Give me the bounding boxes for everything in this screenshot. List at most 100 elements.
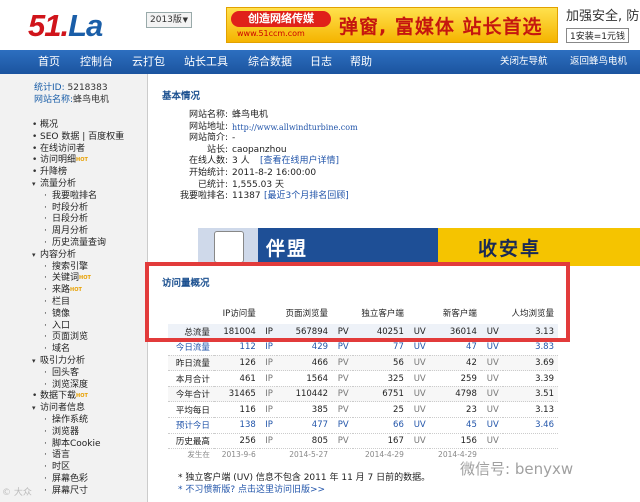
table-row: 平均每日 116 IP 385 PV 25 UV 23 UV 3.13 xyxy=(168,401,558,419)
info-value: 1,555.03 天 xyxy=(232,179,284,190)
cell-ip: 138 xyxy=(213,417,260,434)
sidebar-item-label: 屏幕尺寸 xyxy=(52,485,89,496)
sidebar-item[interactable]: 时区 xyxy=(40,462,148,474)
row-label: 今年合计 xyxy=(168,386,214,403)
sidebar-item[interactable]: 来路HOT xyxy=(40,285,148,297)
sidebar-item[interactable]: 访问明细HOT xyxy=(32,155,148,167)
nav-help[interactable]: 帮助 xyxy=(350,50,372,74)
nav-home[interactable]: 首页 xyxy=(38,50,60,74)
cell-nv: 23 xyxy=(429,401,481,419)
cell-unit: UV xyxy=(407,433,430,450)
sidebar-item[interactable]: 内容分析 xyxy=(32,250,148,262)
cell-unit: UV xyxy=(480,433,503,450)
cell-unit: PV xyxy=(332,433,353,450)
sidebar-item[interactable]: 升降榜 xyxy=(32,167,148,179)
stat-id-value: 5218383 xyxy=(67,83,108,93)
sidebar-item[interactable]: 脚本Cookie xyxy=(40,439,148,451)
site-logo[interactable]: 51.La xyxy=(28,8,103,44)
ad-banner-right-line1: 加强安全, 防 xyxy=(566,9,640,24)
cell-pv: 466 xyxy=(276,355,333,372)
info-value: caopanzhou xyxy=(232,144,287,155)
sidebar-item[interactable]: 关键词HOT xyxy=(40,273,148,285)
sidebar-item[interactable]: 浏览深度 xyxy=(40,380,148,392)
cell-nv: 156 xyxy=(429,433,481,450)
info-value: 2011-8-2 16:00:00 xyxy=(232,167,317,178)
basic-info-title: 基本情况 xyxy=(162,91,201,102)
version-label: 2013版 xyxy=(150,15,182,25)
cell-unit: IP xyxy=(259,370,277,387)
sidebar-item[interactable]: 语言 xyxy=(40,450,148,462)
main-nav: 首页 控制台 云打包 站长工具 综合数据 日志 帮助 关闭左导航 返回蜂鸟电机 xyxy=(0,50,640,74)
cell-pv: 1564 xyxy=(276,370,333,387)
sidebar-item[interactable]: 流量分析 xyxy=(32,179,148,191)
cell-ip: 126 xyxy=(213,355,260,372)
sidebar-item[interactable]: 在线访问者 xyxy=(32,144,148,156)
cell-unit: IP xyxy=(259,386,277,403)
traffic-notes: * 独立客户端 (UV) 信息不包含 2011 年 11 月 7 日前的数据。 … xyxy=(178,472,430,496)
cell-avg: 3.46 xyxy=(502,417,558,434)
sidebar-item[interactable]: 搜索引擎 xyxy=(40,262,148,274)
nav-data[interactable]: 综合数据 xyxy=(248,50,292,74)
sidebar-item[interactable]: 我要啦排名 xyxy=(40,191,148,203)
cell-unit: UV xyxy=(480,386,503,403)
sidebar-item-label: 浏览深度 xyxy=(52,379,89,390)
nav-cloud-pack[interactable]: 云打包 xyxy=(132,50,165,74)
cell-unit: IP xyxy=(259,433,277,450)
row-label: 历史最高 xyxy=(168,433,214,450)
info-detail-link[interactable]: [最近3个月排名回顾] xyxy=(264,191,349,203)
sidebar-item[interactable]: 回头客 xyxy=(40,368,148,380)
sidebar-item[interactable]: 访问者信息 xyxy=(32,403,148,415)
nav-console[interactable]: 控制台 xyxy=(80,50,113,74)
sidebar-item[interactable]: 屏幕色彩 xyxy=(40,474,148,486)
info-row: 网站简介: - xyxy=(162,133,492,145)
ad-banner-top[interactable]: 创造网络传媒 www.51ccm.com 弹窗, 富媒体 站长首选 xyxy=(226,7,558,43)
old-version-link[interactable]: * 不习惯新版? 点击这里访问旧版>> xyxy=(178,484,430,496)
sidebar-item[interactable]: 入口 xyxy=(40,321,148,333)
ad-banner-right[interactable]: 加强安全, 防 1安装=1元钱 xyxy=(566,5,640,45)
cell-empty xyxy=(260,449,277,461)
sidebar-item[interactable]: 镜像 xyxy=(40,309,148,321)
info-row: 网站地址: http://www.allwindturbine.com xyxy=(162,122,492,134)
info-value[interactable]: http://www.allwindturbine.com xyxy=(232,122,358,134)
sidebar-item[interactable]: 日段分析 xyxy=(40,214,148,226)
info-row: 在线人数: 3 人 [查看在线用户详情] xyxy=(162,156,492,168)
sidebar-item[interactable]: 浏览器 xyxy=(40,427,148,439)
nav-back-site[interactable]: 返回蜂鸟电机 xyxy=(570,50,627,74)
sidebar-item-label: 日段分析 xyxy=(52,214,89,225)
logo-la: La xyxy=(68,8,103,43)
sidebar-item[interactable]: 栏目 xyxy=(40,297,148,309)
sidebar-site-info: 统计ID: 5218383 网站名称:蜂鸟电机 xyxy=(34,82,109,106)
sidebar-item[interactable]: 周月分析 xyxy=(40,226,148,238)
sidebar-item[interactable]: 数据下载HOT xyxy=(32,391,148,403)
cell-unit: UV xyxy=(407,355,430,372)
cell-empty xyxy=(408,449,430,461)
info-label: 我要啦排名: xyxy=(179,191,228,202)
sidebar-item[interactable]: 操作系统 xyxy=(40,415,148,427)
row-label: 平均每日 xyxy=(168,401,214,419)
sidebar-item-label: 概况 xyxy=(40,120,59,130)
cell-nv: 42 xyxy=(429,355,481,372)
nav-close-left[interactable]: 关闭左导航 xyxy=(500,50,548,74)
ad-banner-middle[interactable]: 伴盟 收安卓 xyxy=(198,228,640,266)
sidebar-item[interactable]: 页面浏览 xyxy=(40,332,148,344)
sidebar-item[interactable]: 域名 xyxy=(40,344,148,356)
sidebar-item[interactable]: 历史流量查询 xyxy=(40,238,148,250)
sidebar-item[interactable]: 概况 xyxy=(32,120,148,132)
cell-uv: 6751 xyxy=(352,386,408,403)
info-label: 已统计: xyxy=(197,179,228,190)
info-label: 站长: xyxy=(206,144,228,155)
sidebar-item[interactable]: 时段分析 xyxy=(40,203,148,215)
info-detail-link[interactable]: [查看在线用户详情] xyxy=(260,156,339,168)
sidebar-item[interactable]: 屏幕尺寸 xyxy=(40,486,148,498)
version-select[interactable]: 2013版 ▼ xyxy=(146,12,192,28)
sidebar: 统计ID: 5218383 网站名称:蜂鸟电机 概况 SEO 数据 | 百度权重在… xyxy=(0,74,148,502)
row-label: 昨日流量 xyxy=(168,355,214,372)
nav-webmaster-tools[interactable]: 站长工具 xyxy=(184,50,228,74)
sidebar-item[interactable]: SEO 数据 | 百度权重 xyxy=(32,132,148,144)
sidebar-item-label: 操作系统 xyxy=(52,414,89,425)
nav-log[interactable]: 日志 xyxy=(310,50,332,74)
hot-badge: HOT xyxy=(76,393,88,400)
ad-banner-top-slogan: 弹窗, 富媒体 站长首选 xyxy=(339,16,543,38)
sidebar-item[interactable]: 吸引力分析 xyxy=(32,356,148,368)
info-label: 在线人数: xyxy=(188,156,228,167)
